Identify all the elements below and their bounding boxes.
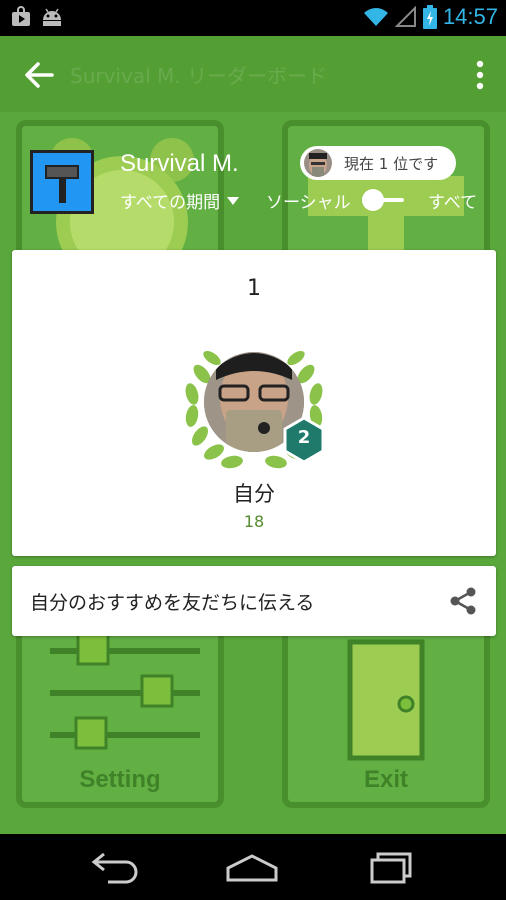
sliders-icon [50, 632, 200, 750]
rank-badge-text: 現在 1 位です [344, 154, 439, 173]
player-rank: 1 [247, 276, 261, 301]
game-title: Survival M. [120, 150, 239, 177]
nav-home-icon[interactable] [222, 850, 282, 886]
door-icon [347, 639, 425, 761]
period-dropdown[interactable]: すべての期間 [120, 188, 240, 213]
overflow-menu-icon[interactable] [468, 56, 492, 94]
all-label: すべて [428, 193, 478, 213]
social-label: ソーシャル [266, 193, 351, 213]
toggle-thumb[interactable] [362, 189, 384, 211]
social-all-toggle[interactable] [358, 188, 410, 212]
status-time: 14:57 [442, 4, 498, 29]
action-bar-title: Survival M. リーダーボード [70, 64, 327, 88]
bg-tile-setting: Setting [16, 608, 224, 808]
android-icon [43, 8, 61, 26]
bg-tile-exit: Exit [282, 608, 490, 808]
bg-exit-label: Exit [363, 766, 408, 793]
game-icon [30, 150, 94, 214]
share-recommendation-row[interactable]: 自分のおすすめを友だちに伝える [12, 566, 496, 636]
period-label: すべての期間 [120, 193, 221, 213]
share-label: 自分のおすすめを友だちに伝える [30, 592, 315, 614]
nav-recents-icon[interactable] [362, 850, 422, 886]
share-icon[interactable] [448, 586, 478, 616]
player-score: 18 [243, 512, 265, 531]
play-store-icon [12, 6, 30, 26]
signal-icon [394, 6, 416, 27]
navigation-bar [0, 834, 506, 900]
player-avatar-small-icon [304, 149, 332, 177]
status-bar: 14:57 [0, 0, 506, 36]
player-avatar[interactable]: 2 [180, 328, 328, 476]
current-rank-badge[interactable]: 現在 1 位です [300, 146, 456, 180]
battery-icon [422, 5, 437, 29]
status-notifications [10, 6, 64, 28]
action-bar: Survival M. リーダーボード [0, 36, 506, 112]
wifi-icon [363, 8, 388, 26]
level-badge-value: 2 [297, 427, 311, 448]
rank-avatar [304, 149, 332, 177]
hammer-icon [45, 165, 79, 203]
player-name: 自分 [233, 482, 275, 506]
bg-setting-label: Setting [79, 766, 161, 793]
dropdown-arrow-icon [227, 196, 240, 205]
nav-back-icon[interactable] [84, 850, 144, 886]
status-indicators: 14:57 [363, 4, 498, 30]
back-arrow-icon[interactable] [22, 58, 56, 92]
leaderboard-card: 1 2 自分 18 [12, 250, 496, 556]
